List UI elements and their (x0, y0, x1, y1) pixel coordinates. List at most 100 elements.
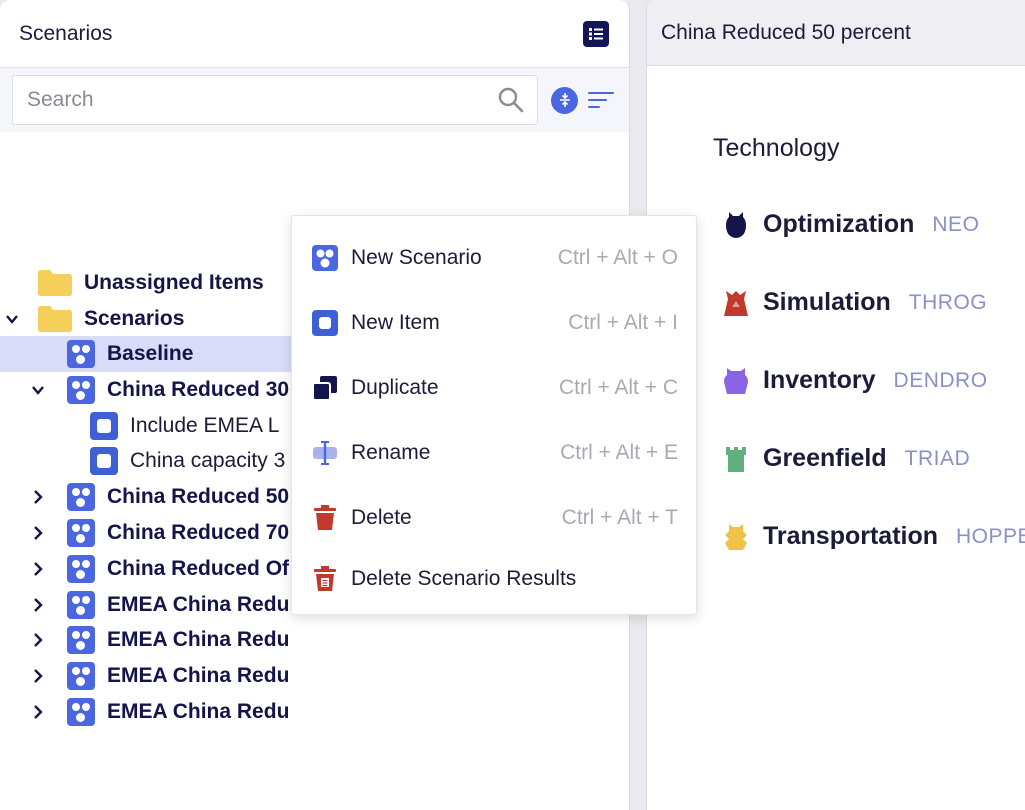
scenarios-panel-header: Scenarios (0, 0, 629, 68)
scenarios-panel-title: Scenarios (19, 21, 113, 45)
search-box (12, 75, 538, 125)
tree-row-label: China Reduced 50 (107, 485, 290, 508)
tree-row-label: EMEA China Redu (107, 664, 290, 687)
tree-row-label: Scenarios (84, 307, 185, 330)
tree-row-label: China Reduced 30 (107, 378, 290, 401)
optimization-icon (723, 211, 749, 239)
folder-icon (38, 270, 72, 296)
keyboard-shortcut: Ctrl + Alt + C (558, 376, 678, 399)
chevron-right-icon[interactable] (30, 489, 46, 505)
sort-icon-line (588, 106, 600, 108)
context-menu-item[interactable]: Delete Ctrl + Alt + T (292, 495, 698, 541)
chevron-right-icon[interactable] (30, 561, 46, 577)
chevron-right-icon[interactable] (30, 632, 46, 648)
technology-name: Simulation (763, 288, 891, 316)
context-menu-item[interactable]: New Scenario Ctrl + Alt + O (292, 235, 698, 281)
list-view-icon (589, 27, 603, 40)
technology-row[interactable]: Optimization NEO (723, 210, 979, 239)
technology-row[interactable]: Greenfield TRIAD (723, 444, 970, 473)
keyboard-shortcut: Ctrl + Alt + T (561, 506, 678, 529)
tree-row-scenario[interactable]: EMEA China Redu (0, 658, 629, 694)
chevron-right-icon[interactable] (30, 668, 46, 684)
scenario-icon (67, 483, 95, 511)
duplicate-icon (312, 375, 338, 401)
technology-code: DENDRO (893, 368, 988, 392)
technology-row[interactable]: Transportation HOPPE (723, 522, 1025, 551)
tree-row-label: China capacity 3 (130, 449, 286, 472)
technology-name: Transportation (763, 522, 939, 550)
technology-name: Greenfield (763, 444, 887, 472)
new-item-icon (312, 310, 338, 336)
sort-icon-line (588, 99, 607, 101)
technology-code: TRIAD (904, 446, 971, 470)
tree-row-scenario[interactable]: EMEA China Redu (0, 694, 629, 730)
scenario-detail-panel: China Reduced 50 percent Technology Opti… (646, 0, 1025, 810)
scenario-detail-title: China Reduced 50 percent (661, 20, 911, 44)
scenario-icon (67, 555, 95, 583)
chevron-down-icon[interactable] (4, 311, 20, 327)
technology-heading: Technology (713, 134, 840, 162)
chevron-down-icon[interactable] (30, 382, 46, 398)
search-row (0, 68, 629, 132)
context-menu-item[interactable]: Duplicate Ctrl + Alt + C (292, 365, 698, 411)
delete-icon (312, 505, 338, 531)
expand-collapse-icon (559, 93, 570, 107)
context-menu-label: Duplicate (351, 376, 439, 399)
context-menu-label: New Item (351, 311, 440, 334)
tree-row-label: Include EMEA L (130, 414, 280, 437)
chevron-right-icon[interactable] (30, 704, 46, 720)
transportation-icon (723, 523, 749, 551)
context-menu-item[interactable]: Rename Ctrl + Alt + E (292, 430, 698, 476)
sort-button[interactable] (588, 86, 616, 114)
tree-row-label: EMEA China Redu (107, 628, 290, 651)
technology-name: Optimization (763, 210, 915, 238)
keyboard-shortcut: Ctrl + Alt + O (557, 246, 678, 269)
technology-name: Inventory (763, 366, 876, 394)
greenfield-icon (723, 445, 749, 473)
technology-row[interactable]: Inventory DENDRO (723, 366, 988, 395)
expand-collapse-button[interactable] (551, 86, 578, 114)
chevron-right-icon[interactable] (30, 525, 46, 541)
context-menu-label: Delete (351, 506, 412, 529)
context-menu-item[interactable]: Delete Scenario Results (292, 556, 698, 602)
simulation-icon (723, 289, 749, 317)
context-menu-label: Rename (351, 441, 431, 464)
tree-row-scenario[interactable]: EMEA China Redu (0, 622, 629, 658)
technology-code: THROG (908, 290, 988, 314)
search-input[interactable] (27, 88, 467, 112)
scenario-detail-header: China Reduced 50 percent (647, 0, 1025, 66)
new-scenario-icon (312, 245, 338, 271)
scenario-icon (67, 591, 95, 619)
scenario-icon (67, 376, 95, 404)
context-menu-item[interactable]: New Item Ctrl + Alt + I (292, 300, 698, 346)
scenario-icon (67, 626, 95, 654)
folder-icon (38, 306, 72, 332)
search-icon[interactable] (497, 86, 525, 114)
tree-row-label: Baseline (107, 342, 194, 365)
context-menu-label: Delete Scenario Results (351, 567, 577, 590)
tree-row-label: EMEA China Redu (107, 700, 290, 723)
sort-icon-line (588, 92, 614, 94)
list-view-button[interactable] (583, 20, 609, 47)
technology-code: NEO (932, 212, 980, 236)
context-menu: New Scenario Ctrl + Alt + O New Item Ctrl +… (291, 215, 697, 615)
chevron-right-icon[interactable] (30, 597, 46, 613)
context-menu-label: New Scenario (351, 246, 482, 269)
tree-row-label: China Reduced 70 (107, 521, 290, 544)
item-icon (90, 412, 118, 440)
keyboard-shortcut: Ctrl + Alt + E (560, 441, 678, 464)
tree-row-label: Unassigned Items (84, 271, 264, 294)
item-icon (90, 447, 118, 475)
scenario-icon (67, 698, 95, 726)
scenario-icon (67, 340, 95, 368)
rename-icon (312, 440, 338, 466)
scenario-icon (67, 662, 95, 690)
tree-row-label: EMEA China Redu (107, 593, 290, 616)
technology-row[interactable]: Simulation THROG (723, 288, 987, 317)
scenario-icon (67, 519, 95, 547)
keyboard-shortcut: Ctrl + Alt + I (568, 311, 678, 334)
tree-row-label: China Reduced Of (107, 557, 290, 580)
technology-code: HOPPE (956, 524, 1025, 548)
delete-results-icon (312, 566, 338, 592)
inventory-icon (723, 367, 749, 395)
